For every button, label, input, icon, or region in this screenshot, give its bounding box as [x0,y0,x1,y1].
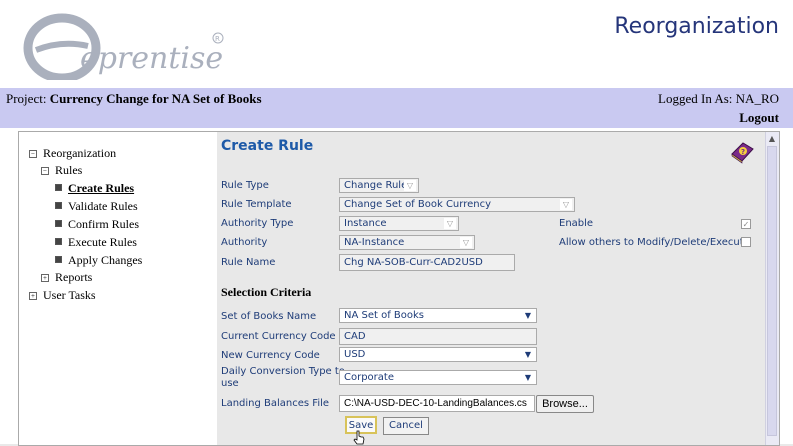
rule-type-label: Rule Type [221,180,269,191]
new-currency-select[interactable]: USD ▼ [339,347,537,362]
chevron-down-icon: ▽ [460,237,472,248]
form-title: Create Rule [221,138,314,154]
nav-apply-changes[interactable]: Apply Changes [55,253,142,268]
chevron-down-icon: ▽ [560,199,572,210]
expand-icon[interactable]: + [41,274,49,282]
daily-conversion-label-line2: use [221,378,239,389]
rule-template-label: Rule Template [221,199,292,210]
project-name: Currency Change for NA Set of Books [49,91,262,106]
allow-others-checkbox[interactable] [741,237,751,247]
nav-confirm-rules[interactable]: Confirm Rules [55,217,139,232]
authority-value: NA-Instance [344,237,405,248]
sob-name-label: Set of Books Name [221,311,317,322]
nav-rules-label: Rules [55,163,83,177]
new-currency-label: New Currency Code [221,350,320,361]
sob-name-select[interactable]: NA Set of Books ▼ [339,308,537,323]
logout-link[interactable]: Logout [739,110,779,126]
rule-template-select[interactable]: Change Set of Book Currency ▽ [339,197,575,212]
chevron-down-icon: ▽ [404,180,416,191]
daily-conversion-value: Corporate [344,372,394,383]
current-currency-field[interactable]: CAD [339,328,537,345]
nav-rules[interactable]: − Rules [41,163,82,178]
allow-others-label: Allow others to Modify/Delete/Execute [559,237,750,248]
authority-type-label: Authority Type [221,218,294,229]
eprentise-logo: eprentise R [23,13,224,80]
nav-apply-changes-label: Apply Changes [68,253,143,267]
nav-reports[interactable]: + Reports [41,270,92,285]
authority-type-value: Instance [344,218,387,229]
nav-validate-rules-label: Validate Rules [68,199,138,213]
nav-create-rules-label: Create Rules [68,181,135,195]
expand-icon[interactable]: + [29,292,37,300]
project-label: Project: [6,91,47,106]
rule-type-select[interactable]: Change Rule ▽ [339,178,419,193]
current-currency-label: Current Currency Code [221,331,336,342]
vertical-scrollbar[interactable]: ▲ [765,132,779,445]
bullet-icon [55,202,62,209]
chevron-down-icon: ▽ [444,218,456,229]
daily-conversion-label: Daily Conversion Type to use [221,366,345,390]
nav-create-rules[interactable]: Create Rules [55,181,134,196]
sidebar-nav: − Reorganization − Rules Create Rules Vali… [19,132,216,445]
nav-execute-rules-label: Execute Rules [68,235,137,249]
app-title: Reorganization [614,14,779,39]
daily-conversion-select[interactable]: Corporate ▼ [339,370,537,385]
main-frame: − Reorganization − Rules Create Rules Vali… [18,131,780,446]
nav-validate-rules[interactable]: Validate Rules [55,199,138,214]
project-info: Project: Currency Change for NA Set of B… [6,91,262,107]
nav-user-tasks-label: User Tasks [43,288,96,302]
daily-conversion-label-line1: Daily Conversion Type to [221,366,345,377]
nav-user-tasks[interactable]: + User Tasks [29,288,96,303]
bullet-icon [55,184,62,191]
collapse-icon[interactable]: − [29,150,37,158]
rule-type-value: Change Rule [344,180,408,191]
svg-text:eprentise: eprentise [80,41,223,76]
bullet-icon [55,238,62,245]
nav-reports-label: Reports [55,270,93,284]
nav-execute-rules[interactable]: Execute Rules [55,235,137,250]
scroll-up-icon[interactable]: ▲ [767,133,777,144]
enable-checkbox[interactable]: ✓ [741,219,751,229]
svg-text:R: R [215,35,220,43]
nav-reorganization[interactable]: − Reorganization [29,146,116,161]
project-bar: Project: Currency Change for NA Set of B… [0,88,793,128]
header: eprentise R Reorganization [0,0,793,88]
scrollbar-thumb[interactable] [767,146,777,436]
authority-type-select[interactable]: Instance ▽ [339,216,459,231]
logged-in-user: Logged In As: NA_RO [658,91,779,106]
bullet-icon [55,220,62,227]
create-rule-form: Create Rule ? Rule Type Change Rule ▽ Rul… [217,132,765,445]
selection-criteria-heading: Selection Criteria [221,285,312,299]
sob-name-value: NA Set of Books [344,310,425,321]
browse-button[interactable]: Browse... [536,395,594,413]
nav-confirm-rules-label: Confirm Rules [68,217,139,231]
authority-select[interactable]: NA-Instance ▽ [339,235,475,250]
chevron-down-icon: ▼ [522,310,534,321]
landing-balances-label: Landing Balances File [221,398,330,409]
rule-template-value: Change Set of Book Currency [344,199,492,210]
nav-reorganization-label: Reorganization [43,146,117,160]
chevron-down-icon: ▼ [522,372,534,383]
authority-label: Authority [221,237,268,248]
svg-text:?: ? [741,148,745,156]
chevron-down-icon: ▼ [522,349,534,360]
collapse-icon[interactable]: − [41,167,49,175]
cancel-button[interactable]: Cancel [383,417,429,435]
bullet-icon [55,256,62,263]
rule-name-label: Rule Name [221,257,276,268]
page: eprentise R Reorganization Project: Curr… [0,0,793,446]
help-book-icon[interactable]: ? [729,140,755,164]
landing-balances-field[interactable]: C:\NA-USD-DEC-10-LandingBalances.cs [339,395,535,412]
rule-name-field[interactable]: Chg NA-SOB-Curr-CAD2USD [339,254,515,271]
new-currency-value: USD [344,349,366,360]
enable-label: Enable [559,218,594,229]
